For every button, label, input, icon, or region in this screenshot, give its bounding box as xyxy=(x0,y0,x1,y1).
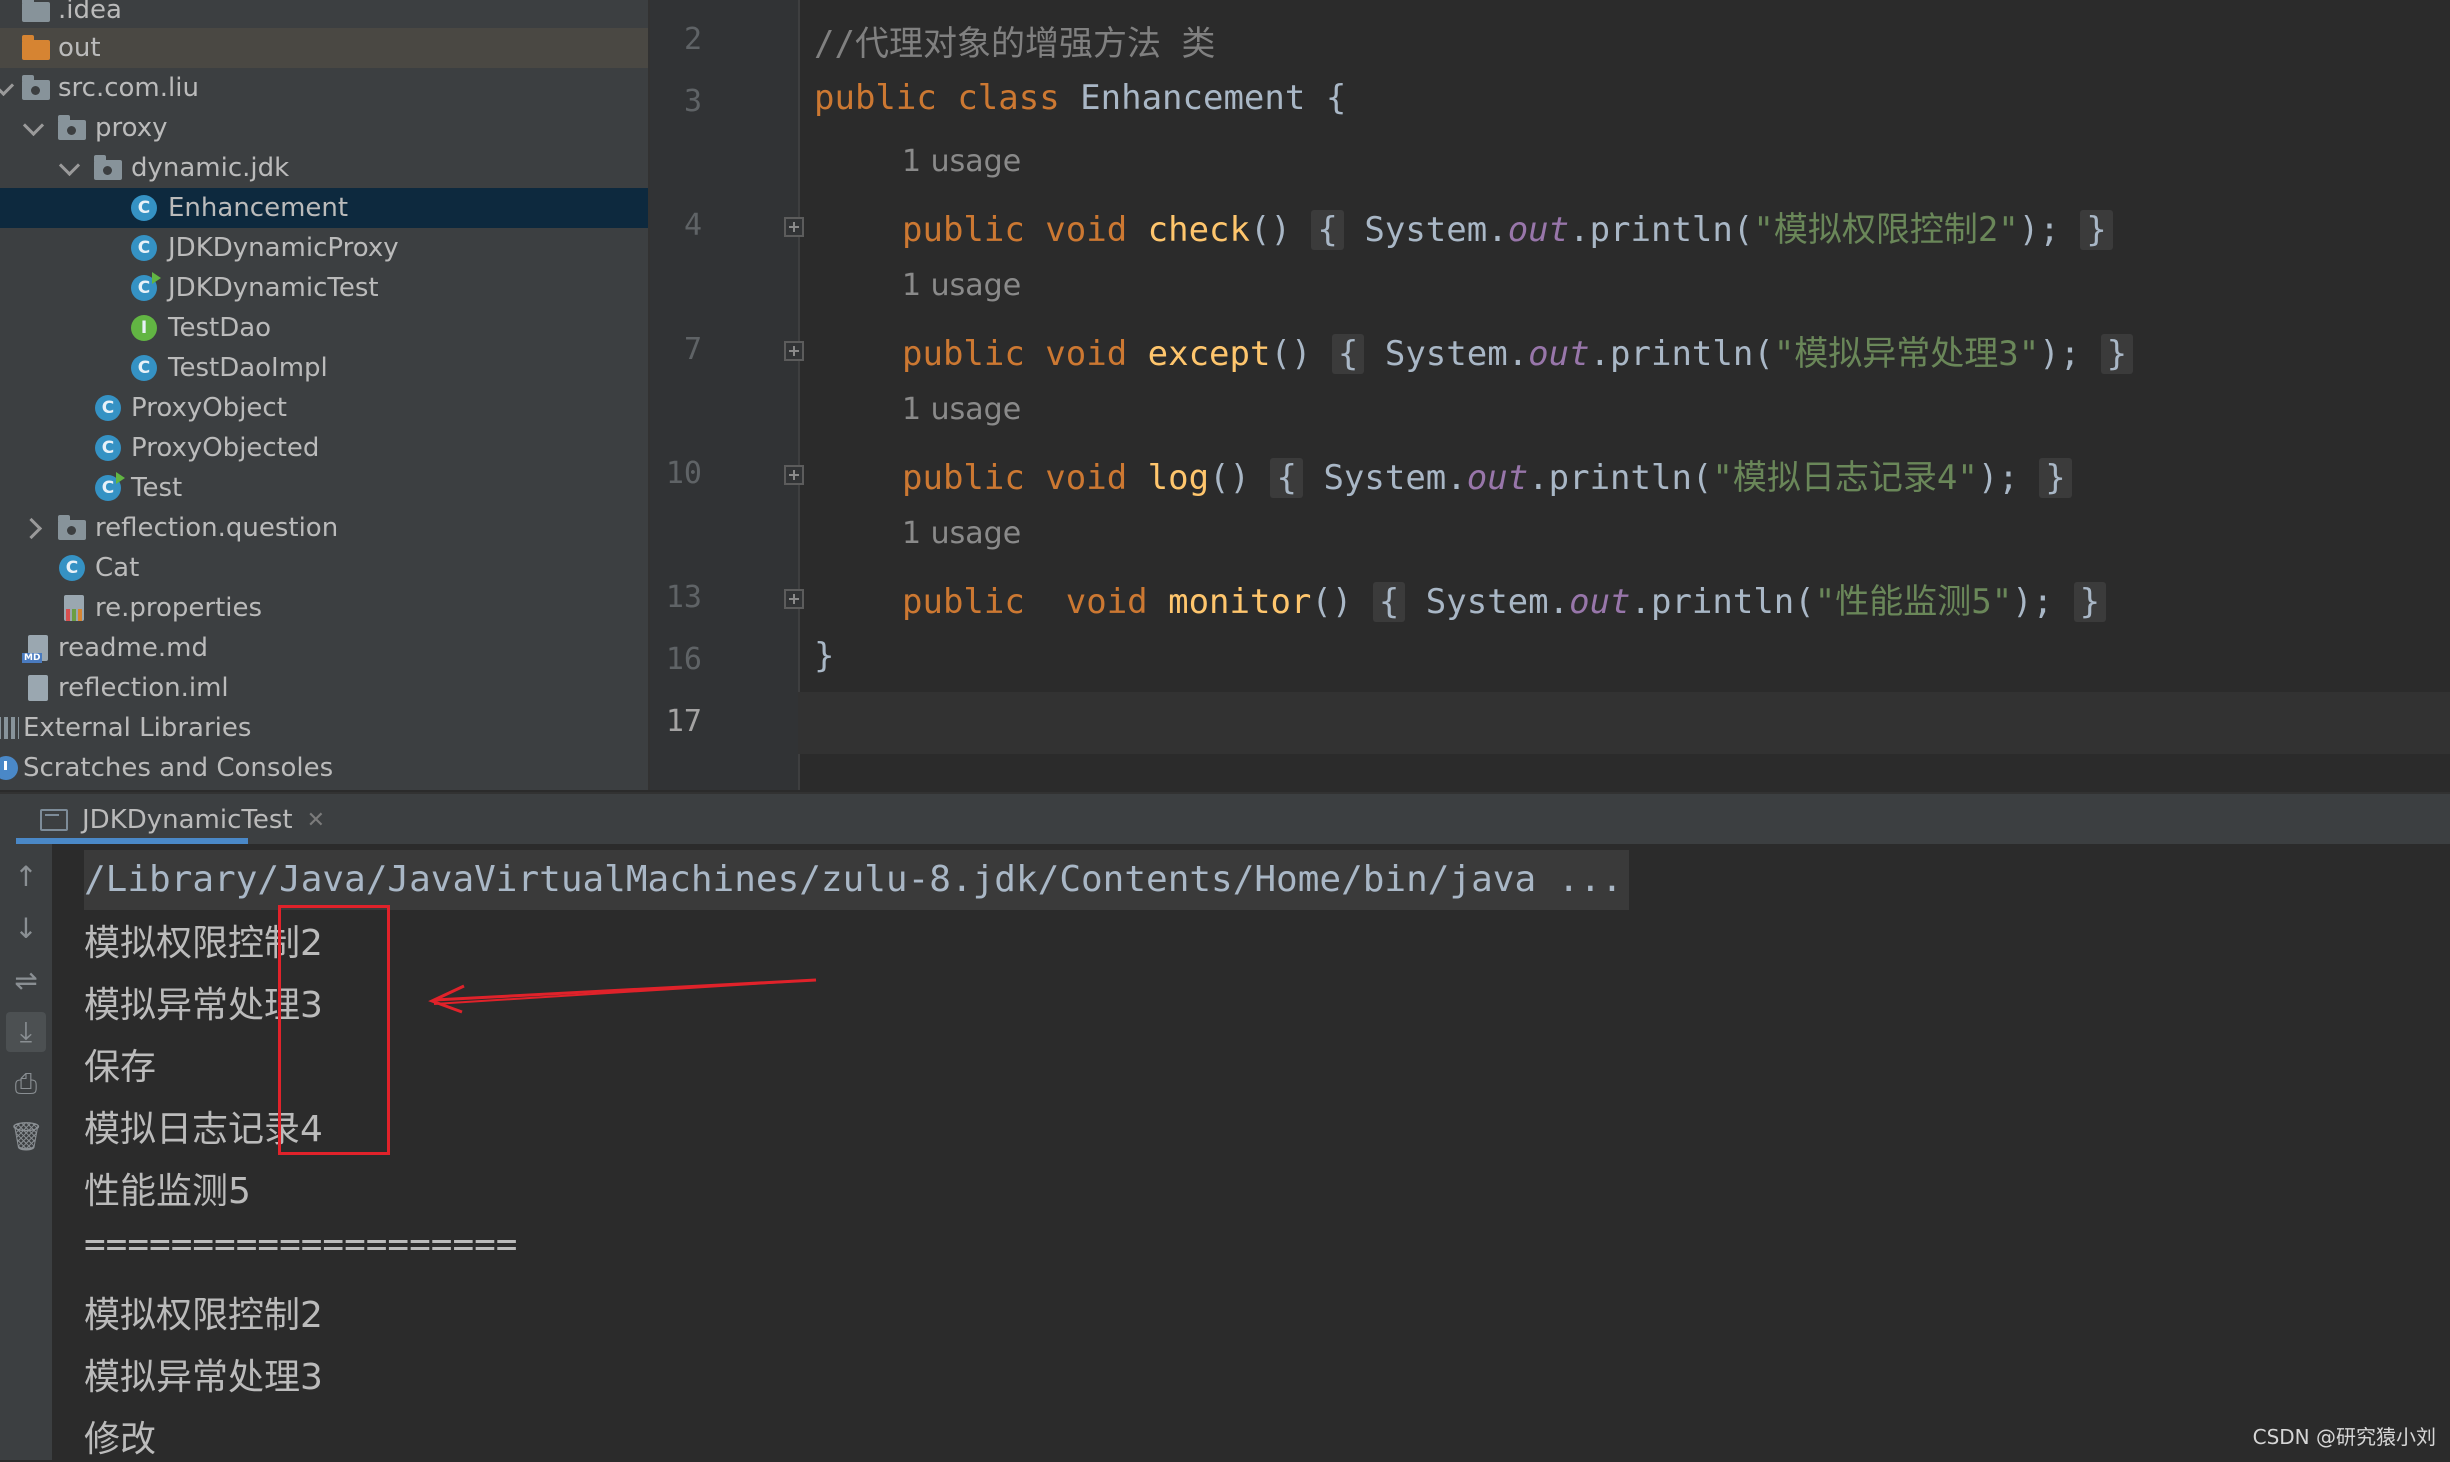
usage-hint[interactable]: 1 usage xyxy=(902,392,1021,427)
fold-toggle-icon[interactable] xyxy=(784,217,804,237)
print-icon[interactable]: ⎙ xyxy=(6,1064,46,1104)
line-number: 2 xyxy=(683,22,702,57)
class-icon: C xyxy=(58,554,86,582)
console-line: 模拟权限控制2 xyxy=(84,1295,323,1336)
run-tool-window-header: JDKDynamicTest ✕ xyxy=(0,792,2450,846)
fold-toggle-icon[interactable] xyxy=(784,341,804,361)
code-method-except: public void except() { System.out.printl… xyxy=(902,326,2134,375)
console-line: 性能监测5 xyxy=(84,1171,251,1212)
code-editor[interactable]: 2 3 4 7 10 13 16 17 //代理对象的增强方法 类 public… xyxy=(650,0,2450,790)
current-line-highlight xyxy=(798,692,2450,754)
markdown-file-icon: MD xyxy=(22,634,52,663)
console-command-line: /Library/Java/JavaVirtualMachines/zulu-8… xyxy=(84,850,1629,910)
run-toolbar: ↑ ↓ ⇌ ⤓ ⎙ 🗑 xyxy=(0,844,52,1460)
project-tree: .idea out src.com.liu proxy dynamic.jdk … xyxy=(0,0,650,790)
arrow-down-icon[interactable]: ↓ xyxy=(6,908,46,948)
class-icon: C xyxy=(130,234,158,262)
properties-file-icon xyxy=(60,594,88,622)
tree-item-jdkdynamictest[interactable]: C JDKDynamicTest xyxy=(0,268,648,308)
scroll-to-end-icon[interactable]: ⤓ xyxy=(6,1012,46,1052)
tree-item-jdkdynamicproxy[interactable]: C JDKDynamicProxy xyxy=(0,228,648,268)
tree-item-proxyobject[interactable]: C ProxyObject xyxy=(0,388,648,428)
class-icon: C xyxy=(130,354,158,382)
console-separator: ==================== xyxy=(84,1224,518,1265)
code-class-declaration: public class Enhancement { xyxy=(814,78,1347,118)
console-line: 修改 xyxy=(84,1419,157,1460)
tree-item-src[interactable]: src.com.liu xyxy=(0,68,648,108)
tree-item-dynamic-jdk[interactable]: dynamic.jdk xyxy=(0,148,648,188)
runnable-class-icon: C xyxy=(130,272,161,302)
tree-item-testdao[interactable]: I TestDao xyxy=(0,308,648,348)
usage-hint[interactable]: 1 usage xyxy=(902,144,1021,179)
tree-item-test[interactable]: C Test xyxy=(0,468,648,508)
tree-item-out[interactable]: out xyxy=(0,28,648,68)
module-file-icon xyxy=(24,674,52,702)
code-method-monitor: public void monitor() { System.out.print… xyxy=(902,574,2107,623)
line-number: 3 xyxy=(683,84,702,119)
interface-icon: I xyxy=(130,314,158,342)
line-number: 7 xyxy=(683,332,702,367)
annotation-highlight-box xyxy=(278,905,390,1155)
arrow-up-icon[interactable]: ↑ xyxy=(6,856,46,896)
tree-item-readme[interactable]: MD readme.md xyxy=(0,628,648,668)
console-line: 保存 xyxy=(84,1047,157,1088)
line-number: 13 xyxy=(665,580,702,615)
class-icon: C xyxy=(130,194,158,222)
source-folder-icon xyxy=(22,74,50,102)
chevron-down-icon[interactable] xyxy=(58,154,81,176)
trash-icon[interactable]: 🗑 xyxy=(6,1116,46,1156)
code-method-log: public void log() { System.out.println("… xyxy=(902,450,2072,499)
console-output[interactable]: /Library/Java/JavaVirtualMachines/zulu-8… xyxy=(52,844,2450,1460)
code-comment: //代理对象的增强方法 类 xyxy=(814,24,1216,64)
annotation-arrow-icon xyxy=(428,978,817,1014)
tree-item-reflection-question[interactable]: reflection.question xyxy=(0,508,648,548)
tree-item-cat[interactable]: C Cat xyxy=(0,548,648,588)
folder-excluded-icon xyxy=(22,34,50,62)
fold-toggle-icon[interactable] xyxy=(784,589,804,609)
run-tab-label: JDKDynamicTest xyxy=(82,805,293,835)
libraries-icon xyxy=(0,714,22,742)
gutter-divider xyxy=(798,0,800,790)
tree-item-testdaoimpl[interactable]: C TestDaoImpl xyxy=(0,348,648,388)
runnable-class-icon: C xyxy=(94,472,125,502)
console-icon xyxy=(40,809,68,831)
usage-hint[interactable]: 1 usage xyxy=(902,516,1021,551)
code-method-check: public void check() { System.out.println… xyxy=(902,202,2113,251)
line-number: 4 xyxy=(683,208,702,243)
line-number: 16 xyxy=(665,642,702,677)
package-icon xyxy=(58,114,86,142)
console-line: 模拟异常处理3 xyxy=(84,1357,323,1398)
class-icon: C xyxy=(94,394,122,422)
tree-item-enhancement[interactable]: C Enhancement xyxy=(0,188,648,228)
folder-icon xyxy=(22,0,50,24)
chevron-down-icon[interactable] xyxy=(0,74,15,96)
watermark: CSDN @研究猿小刘 xyxy=(2252,1425,2436,1449)
tree-item-scratches[interactable]: Scratches and Consoles xyxy=(0,748,648,788)
tree-item-reflection-iml[interactable]: reflection.iml xyxy=(0,668,648,708)
tree-item-re-properties[interactable]: re.properties xyxy=(0,588,648,628)
tree-item-proxy[interactable]: proxy xyxy=(0,108,648,148)
chevron-right-icon[interactable] xyxy=(20,517,43,539)
code-closing-brace: } xyxy=(814,636,835,676)
line-number-current: 17 xyxy=(665,704,702,739)
package-icon xyxy=(58,514,86,542)
tree-item-proxyobjected[interactable]: C ProxyObjected xyxy=(0,428,648,468)
tree-item-idea[interactable]: .idea xyxy=(0,0,648,30)
soft-wrap-icon[interactable]: ⇌ xyxy=(6,960,46,1000)
class-icon: C xyxy=(94,434,122,462)
package-icon xyxy=(94,154,122,182)
chevron-down-icon[interactable] xyxy=(22,114,45,136)
usage-hint[interactable]: 1 usage xyxy=(902,268,1021,303)
close-icon[interactable]: ✕ xyxy=(307,808,325,833)
tree-item-external-libraries[interactable]: External Libraries xyxy=(0,708,648,748)
fold-toggle-icon[interactable] xyxy=(784,465,804,485)
line-number: 10 xyxy=(665,456,702,491)
scratches-icon xyxy=(0,754,20,782)
